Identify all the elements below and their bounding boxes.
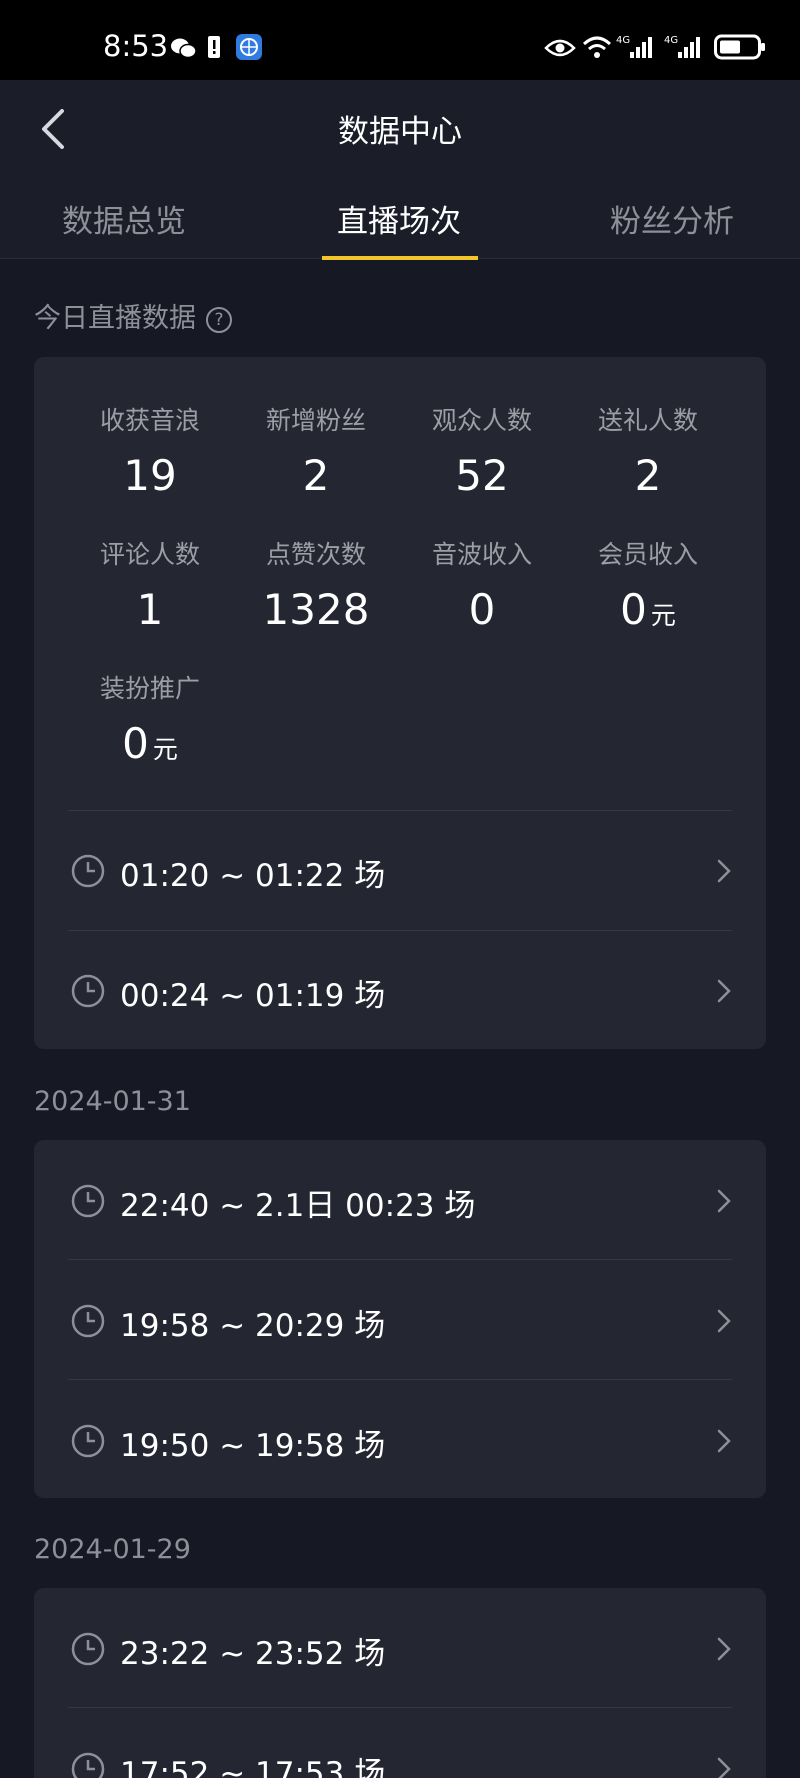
- session-time: 00:24 ~ 01:19 场: [120, 978, 386, 1014]
- clock-icon: [71, 854, 105, 888]
- stat-value: 2: [302, 451, 330, 500]
- stat-item: 观众人数 52: [402, 401, 562, 500]
- clock-icon: [71, 1632, 105, 1666]
- stat-label: 评论人数: [99, 540, 200, 569]
- stat-item: 点赞次数 1328: [236, 535, 396, 634]
- stat-unit: 元: [650, 601, 676, 630]
- signal-4g-icon-2: 4G: [664, 35, 700, 58]
- stat-label: 装扮推广: [99, 674, 200, 703]
- session-time: 17:52 ~ 17:53 场: [120, 1756, 386, 1778]
- session-time: 01:20 ~ 01:22 场: [120, 858, 386, 894]
- chevron-right-icon: [717, 1637, 731, 1661]
- stat-value: 2: [634, 451, 662, 500]
- day-sessions-card: 22:40 ~ 2.1日 00:23 场 19:58 ~ 20:29 场 19:…: [34, 1140, 766, 1498]
- stat-item: 新增粉丝 2: [236, 401, 396, 500]
- clock-icon: [71, 1752, 105, 1778]
- stat-value: 0元: [70, 719, 230, 768]
- stat-unit: 元: [152, 735, 178, 764]
- today-section-title: 今日直播数据: [34, 303, 196, 334]
- page-title: 数据中心: [338, 114, 462, 150]
- stat-value: 1328: [262, 585, 370, 634]
- active-tab-indicator: [322, 256, 478, 260]
- stat-value: 0: [468, 585, 496, 634]
- session-time: 19:50 ~ 19:58 场: [120, 1428, 386, 1464]
- stat-item: 音波收入 0: [402, 535, 562, 634]
- clock-icon: [71, 1424, 105, 1458]
- today-section-label: 今日直播数据?: [34, 296, 232, 335]
- chevron-right-icon: [717, 1757, 731, 1778]
- stat-value: 19: [123, 451, 177, 500]
- stat-item: 会员收入 0元: [568, 535, 728, 634]
- stat-label: 观众人数: [431, 406, 532, 435]
- svg-text:4G: 4G: [664, 35, 678, 46]
- stat-item: 装扮推广 0元: [70, 669, 230, 768]
- stat-value: 52: [455, 451, 509, 500]
- session-row[interactable]: 00:24 ~ 01:19 场: [34, 930, 766, 1050]
- clock-icon: [71, 1184, 105, 1218]
- session-row[interactable]: 17:52 ~ 17:53 场: [34, 1708, 766, 1778]
- chevron-right-icon: [717, 979, 731, 1003]
- stat-number: 0: [620, 585, 647, 634]
- stat-item: 送礼人数 2: [568, 401, 728, 500]
- stat-item: 收获音浪 19: [70, 401, 230, 500]
- stat-label: 音波收入: [431, 540, 532, 569]
- tab-data-overview[interactable]: 数据总览: [62, 196, 186, 241]
- status-time: 8:53: [103, 29, 169, 63]
- session-row[interactable]: 19:50 ~ 19:58 场: [34, 1380, 766, 1500]
- chevron-right-icon: [717, 1429, 731, 1453]
- session-row[interactable]: 19:58 ~ 20:29 场: [34, 1260, 766, 1380]
- eye-icon: [544, 39, 576, 57]
- stat-item: 评论人数 1: [70, 535, 230, 634]
- chevron-right-icon: [717, 859, 731, 883]
- day-sessions-card: 23:22 ~ 23:52 场 17:52 ~ 17:53 场: [34, 1588, 766, 1778]
- session-row[interactable]: 01:20 ~ 01:22 场: [34, 810, 766, 930]
- stat-label: 新增粉丝: [265, 406, 366, 435]
- tab-live-sessions[interactable]: 直播场次: [337, 196, 461, 241]
- wifi-icon: [582, 36, 612, 58]
- signal-4g-icon: 4G: [616, 35, 652, 58]
- today-stats-card: 收获音浪 19 新增粉丝 2 观众人数 52 送礼人数 2 评论人数 1 点赞次…: [34, 357, 766, 1049]
- clock-icon: [71, 974, 105, 1008]
- date-label: 2024-01-29: [34, 1534, 191, 1565]
- stat-number: 0: [122, 719, 149, 768]
- chevron-right-icon: [717, 1309, 731, 1333]
- stat-value: 1: [136, 585, 164, 634]
- status-bar: 8:53 4G 4G: [0, 0, 800, 80]
- alert-icon: [208, 36, 220, 58]
- stat-label: 会员收入: [597, 540, 698, 569]
- stat-label: 收获音浪: [99, 406, 200, 435]
- session-row[interactable]: 22:40 ~ 2.1日 00:23 场: [34, 1140, 766, 1260]
- stat-value: 0元: [568, 585, 728, 634]
- help-icon[interactable]: ?: [206, 307, 232, 333]
- browser-icon: [236, 34, 262, 60]
- clock-icon: [71, 1304, 105, 1338]
- stat-label: 送礼人数: [597, 406, 698, 435]
- battery-icon: [714, 34, 765, 60]
- session-time: 23:22 ~ 23:52 场: [120, 1636, 386, 1672]
- wechat-icon: [171, 38, 196, 59]
- date-label: 2024-01-31: [34, 1086, 191, 1117]
- stat-label: 点赞次数: [265, 540, 366, 569]
- tab-fan-analysis[interactable]: 粉丝分析: [610, 196, 734, 241]
- chevron-right-icon: [717, 1189, 731, 1213]
- session-time: 19:58 ~ 20:29 场: [120, 1308, 386, 1344]
- svg-text:4G: 4G: [616, 35, 630, 46]
- session-row[interactable]: 23:22 ~ 23:52 场: [34, 1588, 766, 1708]
- session-time: 22:40 ~ 2.1日 00:23 场: [120, 1188, 476, 1224]
